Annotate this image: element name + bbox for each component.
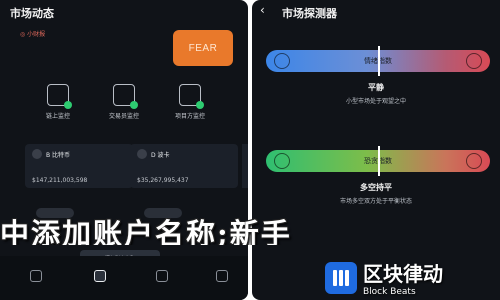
coin-icon [137, 149, 147, 159]
sub-label[interactable]: ◎ 小财报 [20, 29, 45, 38]
nav-market-icon[interactable] [88, 270, 112, 294]
monitor-icon [47, 84, 72, 109]
page-title: 市场探测器 [282, 7, 337, 20]
monitor-icon [113, 84, 138, 109]
back-icon[interactable]: ‹ [260, 3, 265, 17]
brand-name-en: Block Beats [363, 287, 416, 297]
feature-project-monitor[interactable]: 项目方监控 [160, 84, 220, 120]
brand-watermark: 区块律动 Block Beats [325, 258, 443, 297]
coin-card-peek [242, 144, 248, 188]
fear-index-card[interactable]: FEAR [173, 30, 233, 66]
coin-value: $35,267,995,437 [137, 177, 189, 184]
feature-chain-monitor[interactable]: 链上监控 [28, 84, 88, 120]
fear-label: FEAR [188, 42, 218, 54]
sad-face-icon [466, 153, 482, 169]
gauge-description: 市场多空双方处于平衡状态 [339, 198, 412, 205]
coin-icon [32, 149, 42, 159]
monitor-icon [179, 84, 204, 109]
page-title: 市场动态 [10, 7, 54, 20]
left-phone-screen: 市场动态 ◎ 小财报 FEAR 链上监控 交易员监控 项目方监控 B 比特币 $… [0, 0, 248, 300]
gauge-status: 平静 [368, 83, 384, 92]
coin-value: $147,211,003,598 [32, 177, 88, 184]
feature-label: 交易员监控 [108, 113, 139, 120]
feature-label: 链上监控 [45, 113, 70, 120]
coin-name: B 比特币 [32, 149, 126, 159]
nav-news-icon[interactable] [150, 270, 174, 294]
gauge-description: 小型市场处于观望之中 [345, 98, 406, 105]
brand-name-zh: 区块律动 [363, 262, 443, 286]
gauge-status: 多空持平 [360, 183, 392, 192]
feature-trader-monitor[interactable]: 交易员监控 [94, 84, 154, 120]
gauge-marker [378, 46, 380, 76]
feature-row: 链上监控 交易员监控 项目方监控 [0, 84, 248, 120]
coin-card-dot[interactable]: D 波卡 $35,267,995,437 [130, 144, 238, 188]
sad-face-icon [466, 53, 482, 69]
right-phone-screen: ‹ 市场探测器 情绪指数 平静 小型市场处于观望之中 恐贪指数 多空持平 市场多… [252, 0, 500, 300]
coin-name: D 波卡 [137, 149, 231, 159]
feature-label: 项目方监控 [174, 113, 205, 120]
nav-profile-icon[interactable] [210, 270, 234, 294]
fear-greed-gauge: 恐贪指数 [266, 146, 490, 176]
overlay-caption: 中添加账户名称;新手 [0, 217, 292, 245]
nav-home-icon[interactable] [24, 270, 48, 294]
coin-card-btc[interactable]: B 比特币 $147,211,003,598 [25, 144, 133, 188]
brand-logo-icon [325, 261, 357, 294]
bottom-nav [0, 256, 248, 300]
gauge-marker [378, 146, 380, 176]
sentiment-gauge: 情绪指数 [266, 46, 490, 76]
